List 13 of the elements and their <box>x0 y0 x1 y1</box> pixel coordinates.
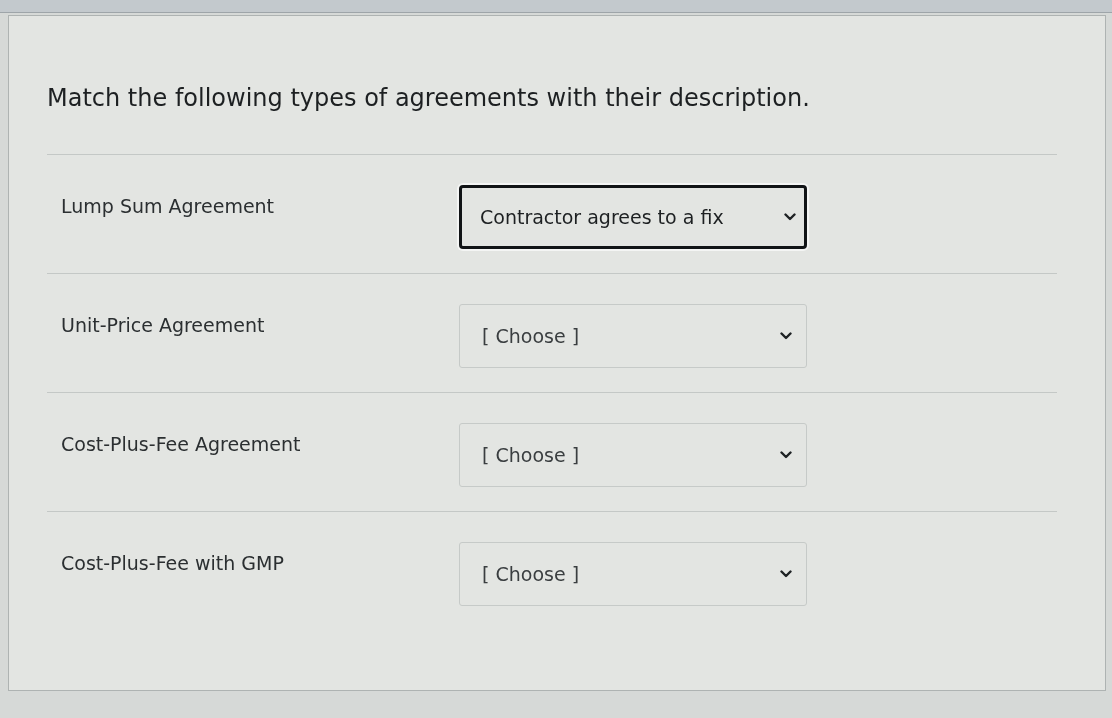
term-label: Cost-Plus-Fee with GMP <box>61 551 285 576</box>
term-label: Lump Sum Agreement <box>61 194 276 219</box>
term-label: Unit-Price Agreement <box>61 313 266 338</box>
chevron-down-icon <box>784 213 796 221</box>
chevron-down-icon <box>780 451 792 459</box>
term-label: Cost-Plus-Fee Agreement <box>61 432 302 457</box>
answer-dropdown[interactable]: Contractor agrees to a fix <box>459 185 807 249</box>
answer-dropdown[interactable]: [ Choose ] <box>459 304 807 368</box>
question-prompt: Match the following types of agreements with their description. <box>47 83 811 114</box>
answer-dropdown[interactable]: [ Choose ] <box>459 423 807 487</box>
chevron-down-icon <box>780 332 792 340</box>
chevron-down-icon <box>780 570 792 578</box>
answer-dropdown[interactable]: [ Choose ] <box>459 542 807 606</box>
